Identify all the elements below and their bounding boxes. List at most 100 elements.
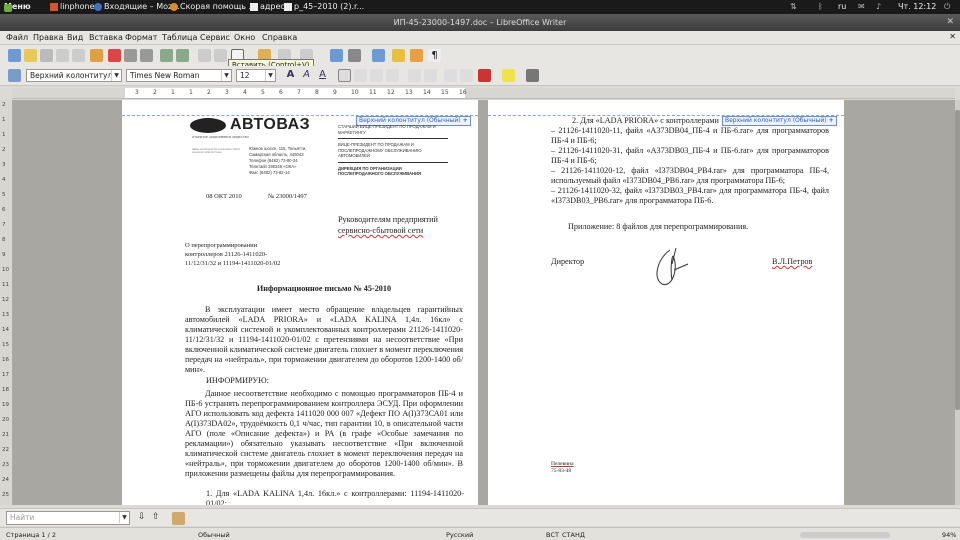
ruler-tick-label: 2 (207, 89, 211, 96)
highlight-icon[interactable] (502, 69, 515, 82)
vertical-scrollbar[interactable] (955, 100, 960, 505)
add-icon: + (462, 117, 468, 124)
menu-table[interactable]: Таблица (162, 33, 197, 42)
menu-file[interactable]: Файл (6, 33, 28, 42)
status-bar: Страница 1 / 2 Обычный Русский ВСТ СТАНД… (0, 527, 960, 540)
ruler-tick-label: 1 (189, 89, 193, 96)
increase-indent-icon[interactable] (460, 69, 473, 82)
network-icon[interactable]: ⇅ (790, 2, 797, 11)
find-previous-icon[interactable]: ⇧ (152, 512, 160, 522)
gallery-icon[interactable] (410, 49, 423, 62)
pilcrow-icon[interactable]: ¶ (428, 49, 441, 62)
zoom-level[interactable]: 94% (942, 531, 956, 539)
department-block: СТАРШИЙ ВИЦЕ-ПРЕЗИДЕНТ ПО ПРОДАЖАМ И МАР… (338, 124, 448, 177)
bluetooth-icon[interactable]: ᛒ (818, 2, 823, 11)
close-document-icon[interactable]: ✕ (949, 32, 956, 41)
page-2[interactable]: 2. Для «LADA PRIORA» с контроллерами Вер… (488, 100, 844, 505)
edit-mode-icon[interactable] (90, 49, 103, 62)
paragraph-2: Данное несоответствие необходимо с помощ… (185, 389, 463, 478)
zoom-slider[interactable] (800, 532, 890, 538)
autospell-icon[interactable] (176, 49, 189, 62)
menu-view[interactable]: Вид (67, 33, 83, 42)
font-color-icon[interactable] (478, 69, 491, 82)
subject-line: 11/12/31/32 и 11194-1411020-01/02 (185, 260, 281, 267)
font-name-select[interactable]: Times New Roman ▼ (126, 69, 232, 82)
language[interactable]: Русский (446, 531, 473, 539)
copy-icon[interactable] (214, 49, 227, 62)
vertical-ruler[interactable]: 2 1 1 2 3 4 5 6 7 8 9 10 11 12 13 14 15 16 17 18 19 20 21 22 23 2… (0, 100, 11, 505)
selection-mode[interactable]: СТАНД (562, 531, 585, 539)
director-name: В.Л.Петров (772, 257, 813, 266)
justify-icon[interactable] (386, 69, 399, 82)
keyboard-layout[interactable]: ru (838, 2, 846, 11)
background-color-icon[interactable] (526, 69, 539, 82)
vruler-tick-label: 2 (2, 102, 6, 108)
spellcheck-icon[interactable] (160, 49, 173, 62)
menu-insert[interactable]: Вставка (89, 33, 123, 42)
header-tag[interactable]: Верхний колонтитул (Обычный) + (722, 116, 837, 126)
page-count[interactable]: Страница 1 / 2 (6, 531, 56, 539)
mail-indicator-icon[interactable]: ✉ (858, 2, 865, 11)
menu-button[interactable]: Меню (4, 2, 31, 12)
task-thunderbird[interactable]: Входящие – Moz... (92, 2, 180, 11)
vruler-tick-label: 1 (2, 117, 6, 123)
email-icon[interactable] (56, 49, 69, 62)
find-input[interactable]: Найти ▼ (6, 511, 130, 525)
ruler-tick-label: 3 (225, 89, 229, 96)
align-left-icon[interactable] (338, 69, 351, 82)
ruler-tick-label: 12 (387, 89, 395, 96)
logo-text: АВТОВАЗ (230, 116, 311, 133)
vruler-tick-label: 8 (2, 237, 6, 243)
window-title: ИП-45-23000-1497.doc – LibreOffice Write… (393, 18, 567, 27)
document-area[interactable]: Верхний колонтитул (Обычный) + АВТОВАЗ О… (12, 100, 955, 505)
ruler-tick-label: 2 (153, 89, 157, 96)
volume-icon[interactable]: ♪ (876, 2, 881, 11)
page-style[interactable]: Обычный (198, 531, 230, 539)
vruler-tick-label: 14 (2, 327, 9, 333)
chevron-down-icon: ▼ (119, 512, 129, 523)
bold-icon[interactable]: A (284, 69, 297, 82)
menu-format[interactable]: Формат (125, 33, 157, 42)
export-pdf-icon[interactable] (108, 49, 121, 62)
page-1[interactable]: Верхний колонтитул (Обычный) + АВТОВАЗ О… (122, 100, 478, 505)
menu-window[interactable]: Окно (234, 33, 255, 42)
menu-help[interactable]: Справка (262, 33, 297, 42)
clock[interactable]: Чт. 12:12 (898, 2, 936, 11)
find-replace-icon[interactable] (172, 512, 185, 525)
image-icon[interactable] (372, 49, 385, 62)
paragraph-style-select[interactable]: Верхний колонтитул ▼ (26, 69, 122, 82)
task-linphone[interactable]: linphone (48, 2, 95, 11)
find-next-icon[interactable]: ⇩ (138, 512, 146, 522)
vruler-tick-label: 6 (2, 207, 6, 213)
close-icon[interactable]: ✕ (946, 14, 954, 31)
numbering-icon[interactable] (408, 69, 421, 82)
open-icon[interactable] (24, 49, 37, 62)
italic-icon[interactable]: A (300, 69, 313, 82)
table-icon[interactable] (348, 49, 361, 62)
insert-mode[interactable]: ВСТ (546, 531, 559, 539)
new-document-icon[interactable] (8, 49, 21, 62)
print-preview-icon[interactable] (140, 49, 153, 62)
edit-file-icon[interactable] (72, 49, 85, 62)
linphone-icon (50, 2, 58, 11)
horizontal-ruler[interactable]: 3 2 1 1 2 3 4 5 6 7 8 9 10 11 12 13 14 15 16 (12, 88, 955, 99)
navigator-icon[interactable] (392, 49, 405, 62)
print-icon[interactable] (124, 49, 137, 62)
save-icon[interactable] (40, 49, 53, 62)
subject-line: О перепрограммировании (185, 242, 258, 249)
menu-tools[interactable]: Сервис (200, 33, 230, 42)
cut-icon[interactable] (198, 49, 211, 62)
decrease-indent-icon[interactable] (444, 69, 457, 82)
power-icon[interactable]: ⏻ (944, 2, 950, 12)
scroll-thumb[interactable] (955, 110, 960, 410)
hyperlink-icon[interactable] (330, 49, 343, 62)
styles-icon[interactable] (8, 69, 21, 82)
bullets-icon[interactable] (424, 69, 437, 82)
align-right-icon[interactable] (370, 69, 383, 82)
task-writer-doc[interactable]: р_45–2010 (2).r... (282, 2, 364, 11)
task-firefox[interactable]: Скорая помощь ... (168, 2, 256, 11)
align-center-icon[interactable] (354, 69, 367, 82)
font-size-select[interactable]: 12 ▼ (236, 69, 276, 82)
underline-icon[interactable]: A (316, 69, 329, 82)
menu-edit[interactable]: Правка (33, 33, 63, 42)
